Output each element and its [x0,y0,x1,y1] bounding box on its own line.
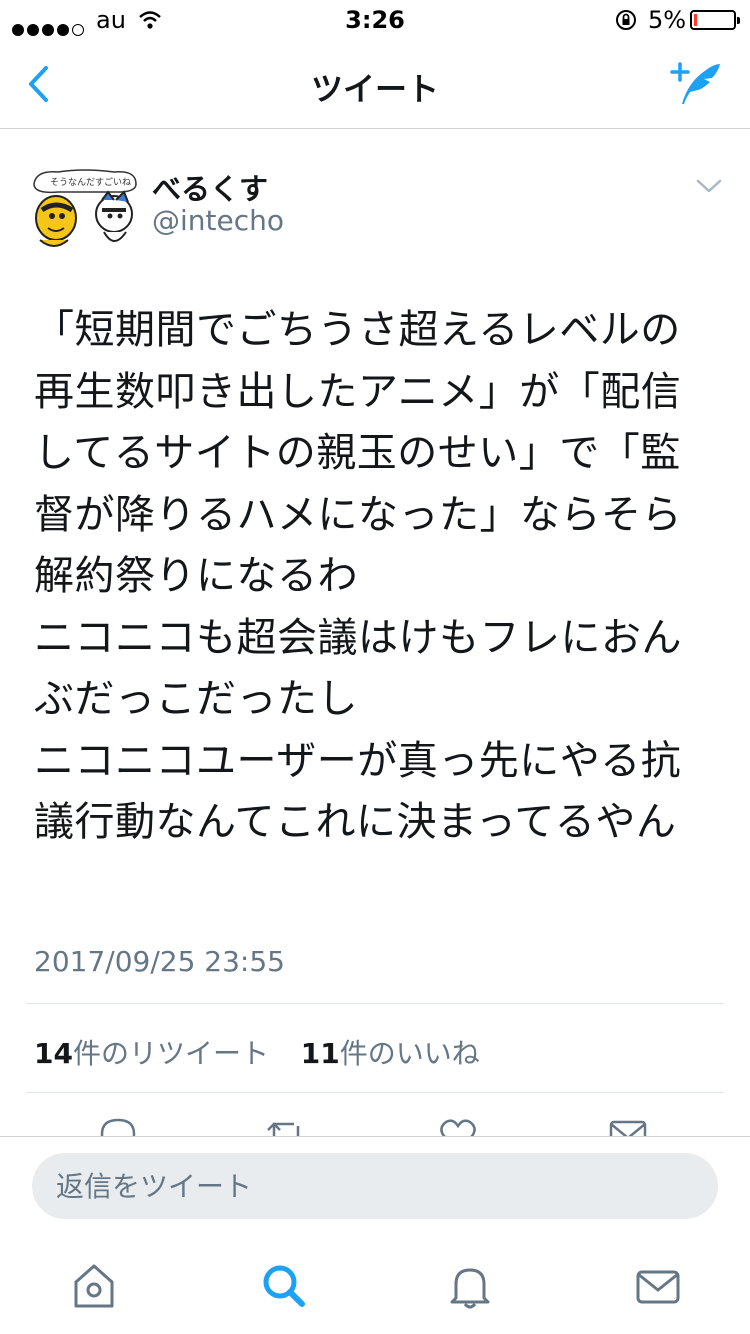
likes-link[interactable]: 11件のいいね [301,1037,480,1070]
avatar[interactable]: そうなんだすごいね [28,166,140,252]
page-title: ツイート [310,70,439,108]
direct-message-icon[interactable] [608,1116,648,1136]
reply-bar [0,1136,750,1237]
navigation-bar: ツイート [0,40,750,129]
avatar-caption: そうなんだすごいね [50,178,132,188]
search-tab-icon[interactable] [254,1256,314,1316]
divider [26,1092,724,1093]
retweet-label: 件のリツイート [72,1037,269,1070]
messages-tab-icon[interactable] [628,1256,688,1316]
engagement-stats: 14件のリツイート 11件のいいね [34,1032,480,1072]
battery-icon [690,10,740,30]
user-handle[interactable]: @intecho [152,204,284,237]
chevron-down-icon[interactable] [696,178,722,194]
status-bar: au 3:26 5% [0,0,750,40]
home-tab-icon[interactable] [64,1256,124,1316]
tweet-text: 「短期間でごちうさ超えるレベルの再生数叩き出したアニメ」が「配信してるサイトの親… [34,307,682,845]
retweets-link[interactable]: 14件のリツイート [34,1037,269,1070]
retweet-icon[interactable] [264,1116,308,1136]
tweet-actions [0,1100,750,1136]
tab-bar [0,1236,750,1334]
tweet-timestamp: 2017/09/25 23:55 [34,945,285,978]
compose-tweet-button[interactable] [666,58,724,108]
notifications-tab-icon[interactable] [440,1256,500,1316]
reply-icon[interactable] [98,1114,138,1136]
orientation-lock-icon [616,10,636,30]
divider [26,1003,724,1004]
display-name[interactable]: べるくす [152,166,268,208]
battery-percent: 5% [648,6,687,34]
retweet-count: 14 [34,1037,73,1070]
heart-icon[interactable] [438,1116,478,1136]
reply-input[interactable] [32,1153,718,1219]
like-label: 件のいいね [339,1037,480,1070]
like-count: 11 [300,1037,340,1070]
